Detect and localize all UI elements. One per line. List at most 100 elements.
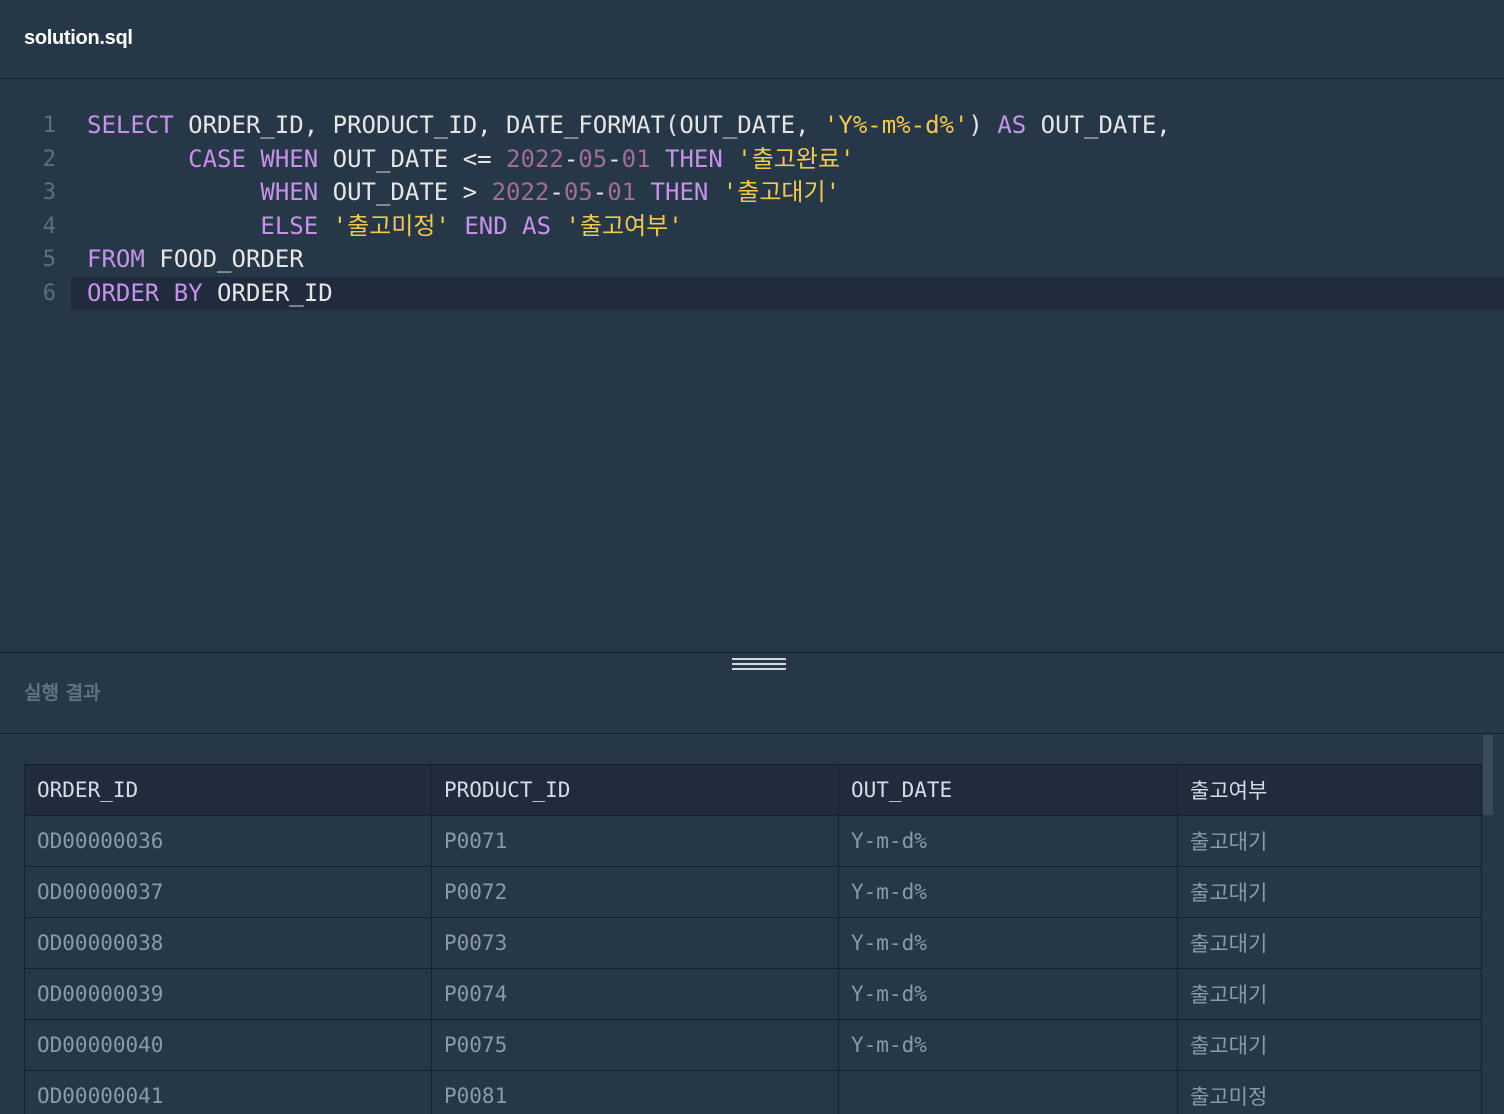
- sql-keyword: WHEN: [260, 144, 319, 173]
- line-number: 2: [42, 146, 56, 172]
- sql-keyword: BY: [173, 279, 203, 307]
- table-row: OD00000038 P0073 Y-m-d% 출고대기: [24, 917, 1482, 969]
- sql-text: FOOD_ORDER: [144, 245, 304, 274]
- sql-text: ORDER_ID: [202, 279, 333, 307]
- table-cell: P0075: [431, 1019, 839, 1071]
- table-cell: 출고대기: [1177, 866, 1482, 918]
- sql-text: ORDER_ID, PRODUCT_ID, DATE_FORMAT(OUT_DA…: [173, 111, 824, 139]
- sql-string: 'Y%-m%-d%': [823, 111, 969, 139]
- table-cell: P0071: [431, 815, 839, 867]
- table-cell: P0081: [431, 1070, 839, 1114]
- sql-number: 01: [607, 178, 637, 207]
- resize-handle-icon[interactable]: [732, 658, 786, 672]
- table-cell: P0072: [431, 866, 839, 918]
- sql-keyword: AS: [997, 111, 1027, 139]
- file-tab-title[interactable]: solution.sql: [24, 27, 133, 50]
- sql-text: -: [549, 178, 564, 207]
- sql-keyword: CASE: [188, 144, 246, 173]
- line-number: 1: [42, 113, 56, 138]
- sql-text: -: [592, 178, 608, 207]
- sql-string: '출고여부': [565, 211, 683, 240]
- table-cell: OD00000041: [24, 1070, 432, 1114]
- line-number: 6: [42, 281, 56, 306]
- column-header: 출고여부: [1177, 764, 1482, 816]
- sql-number: 2022: [491, 178, 550, 207]
- table-cell: P0073: [431, 917, 839, 969]
- table-cell: OD00000038: [24, 917, 432, 969]
- table-cell: 출고대기: [1177, 968, 1482, 1020]
- sql-keyword: FROM: [87, 245, 145, 274]
- sql-keyword: WHEN: [260, 178, 319, 207]
- sql-number: 05: [563, 178, 593, 207]
- results-title: 실행 결과: [24, 682, 101, 704]
- sql-text: OUT_DATE >: [318, 178, 492, 207]
- sql-text: OUT_DATE,: [1026, 111, 1171, 139]
- sql-keyword: THEN: [650, 178, 709, 207]
- sql-string: '출고완료': [737, 144, 855, 173]
- results-divider: [0, 733, 1504, 734]
- table-row: OD00000039 P0074 Y-m-d% 출고대기: [24, 968, 1482, 1020]
- sql-text: ): [968, 111, 998, 139]
- code-line[interactable]: 4 ELSE '출고미정' END AS '출고여부': [0, 210, 1504, 243]
- table-cell: Y-m-d%: [838, 1019, 1178, 1071]
- panel-divider: [0, 652, 1504, 653]
- column-header: ORDER_ID: [24, 764, 432, 816]
- table-cell: P0074: [431, 968, 839, 1020]
- code-editor[interactable]: 1 SELECT ORDER_ID, PRODUCT_ID, DATE_FORMA…: [0, 79, 1504, 652]
- table-row: OD00000036 P0071 Y-m-d% 출고대기: [24, 815, 1482, 867]
- code-text: FROM FOOD_ORDER: [87, 243, 304, 276]
- code-line[interactable]: 6 ORDER BY ORDER_ID: [43, 277, 1504, 310]
- sql-text: OUT_DATE <=: [318, 144, 507, 173]
- table-row: OD00000041 P0081 출고미정: [24, 1070, 1482, 1114]
- editor-tab-bar: solution.sql: [0, 0, 1504, 79]
- code-text: SELECT ORDER_ID, PRODUCT_ID, DATE_FORMAT…: [87, 109, 1171, 142]
- table-cell: 출고대기: [1177, 1019, 1482, 1071]
- code-line[interactable]: 3 WHEN OUT_DATE > 2022-05-01 THEN '출고대기': [0, 176, 1504, 209]
- sql-number: 05: [578, 144, 608, 173]
- code-text: CASE WHEN OUT_DATE <= 2022-05-01 THEN '출…: [87, 143, 854, 176]
- line-number: 5: [42, 247, 56, 273]
- table-cell: Y-m-d%: [838, 866, 1178, 918]
- line-number: 3: [42, 180, 56, 206]
- sql-keyword: ELSE: [260, 211, 319, 240]
- table-row: OD00000037 P0072 Y-m-d% 출고대기: [24, 866, 1482, 918]
- table-cell: OD00000036: [24, 815, 432, 867]
- table-cell: Y-m-d%: [838, 815, 1178, 867]
- sql-number: 01: [621, 144, 651, 173]
- code-text: ELSE '출고미정' END AS '출고여부': [87, 210, 683, 243]
- code-text: WHEN OUT_DATE > 2022-05-01 THEN '출고대기': [87, 176, 840, 209]
- sql-keyword: SELECT: [87, 111, 174, 139]
- code-line[interactable]: 2 CASE WHEN OUT_DATE <= 2022-05-01 THEN …: [0, 143, 1504, 176]
- results-scrollbar[interactable]: [1483, 735, 1493, 815]
- table-cell: 출고대기: [1177, 917, 1482, 969]
- table-cell: 출고미정: [1177, 1070, 1482, 1114]
- table-cell: [838, 1070, 1178, 1114]
- sql-text: -: [607, 144, 622, 173]
- sql-keyword: END: [464, 211, 508, 240]
- sql-keyword: THEN: [665, 144, 723, 173]
- code-text: ORDER BY ORDER_ID: [87, 277, 333, 310]
- line-number: 4: [42, 213, 56, 239]
- table-cell: OD00000037: [24, 866, 432, 918]
- table-cell: OD00000040: [24, 1019, 432, 1071]
- sql-keyword: ORDER: [87, 279, 160, 307]
- sql-keyword: AS: [522, 211, 552, 240]
- table-cell: 출고대기: [1177, 815, 1482, 867]
- column-header: OUT_DATE: [838, 764, 1178, 816]
- sql-string: '출고대기': [722, 178, 841, 207]
- code-line[interactable]: 5 FROM FOOD_ORDER: [0, 243, 1504, 276]
- sql-number: 2022: [506, 144, 564, 173]
- code-line[interactable]: 1 SELECT ORDER_ID, PRODUCT_ID, DATE_FORMA…: [0, 109, 1504, 142]
